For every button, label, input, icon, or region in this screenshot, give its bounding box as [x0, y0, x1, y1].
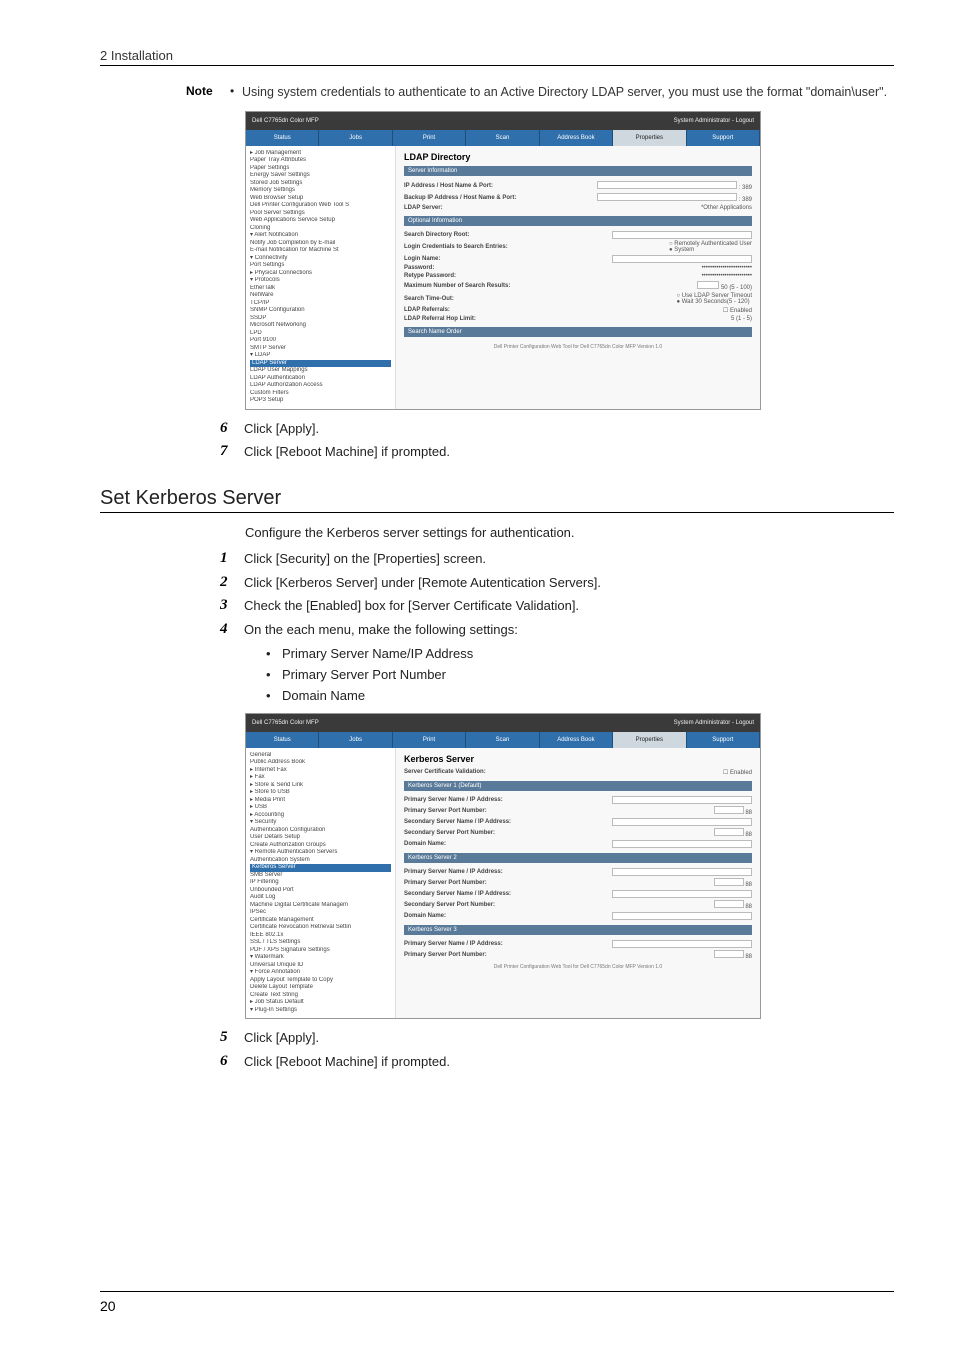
sidebar-kerberos-server: Kerberos Server — [250, 864, 391, 872]
page-number: 20 — [100, 1298, 116, 1314]
step-2b: 2Click [Kerberos Server] under [Remote A… — [220, 574, 894, 592]
shot1-tabs: Status Jobs Print Scan Address Book Prop… — [246, 130, 760, 146]
shot2-title: Dell C7765dn Color MFP — [252, 720, 319, 726]
tab-status: Status — [246, 130, 319, 146]
shot2-main: Kerberos Server Server Certificate Valid… — [396, 748, 760, 1019]
tab-scan: Scan — [466, 130, 539, 146]
bullet-domain-name: Domain Name — [266, 686, 894, 707]
bar-k3: Kerberos Server 3 — [404, 925, 752, 935]
step-5b: 5Click [Apply]. — [220, 1029, 894, 1047]
bar-server-info: Server Information — [404, 166, 752, 176]
bullet-icon: • — [230, 84, 242, 98]
shot2-main-title: Kerberos Server — [404, 754, 752, 764]
shot1-main-title: LDAP Directory — [404, 152, 752, 162]
shot1-sidebar: ▸ Job Management Paper Tray Attributes P… — [246, 146, 396, 409]
shot2-logout: System Administrator - Logout — [674, 720, 754, 726]
tab-support: Support — [687, 130, 760, 146]
tab-properties: Properties — [613, 130, 686, 146]
page-header-section: 2 Installation — [100, 48, 894, 63]
step-7a: 7Click [Reboot Machine] if prompted. — [220, 443, 894, 461]
note-text: Using system credentials to authenticate… — [242, 84, 894, 101]
footer-rule — [100, 1291, 894, 1292]
section-intro: Configure the Kerberos server settings f… — [245, 525, 894, 540]
bullet-primary-port: Primary Server Port Number — [266, 665, 894, 686]
tab-print: Print — [393, 130, 466, 146]
bar-k1: Kerberos Server 1 (Default) — [404, 781, 752, 791]
shot1-logout: System Administrator - Logout — [674, 118, 754, 124]
shot2-footer: Dell Printer Configuration Web Tool for … — [404, 961, 752, 973]
sidebar-ldap-server: LDAP Server — [250, 360, 391, 368]
shot2-tabs: Status Jobs Print Scan Address Book Prop… — [246, 732, 760, 748]
step-4b: 4On the each menu, make the following se… — [220, 621, 894, 639]
section-rule — [100, 512, 894, 513]
tab-address: Address Book — [540, 130, 613, 146]
shot1-footer: Dell Printer Configuration Web Tool for … — [404, 341, 752, 353]
bar-search-order: Search Name Order — [404, 327, 752, 337]
header-rule — [100, 65, 894, 66]
step-6b: 6Click [Reboot Machine] if prompted. — [220, 1053, 894, 1071]
shot1-main: LDAP Directory Server Information IP Add… — [396, 146, 760, 409]
shot2-sidebar: General Public Address Book ▸ Internet F… — [246, 748, 396, 1019]
screenshot-kerberos: Dell C7765dn Color MFP System Administra… — [245, 713, 894, 1020]
step-3b: 3Check the [Enabled] box for [Server Cer… — [220, 597, 894, 615]
bar-k2: Kerberos Server 2 — [404, 853, 752, 863]
tab-jobs: Jobs — [319, 130, 392, 146]
note-label: Note — [186, 84, 230, 98]
step-1b: 1Click [Security] on the [Properties] sc… — [220, 550, 894, 568]
step-4b-bullets: Primary Server Name/IP Address Primary S… — [266, 644, 894, 706]
shot1-title: Dell C7765dn Color MFP — [252, 118, 319, 124]
bullet-primary-name: Primary Server Name/IP Address — [266, 644, 894, 665]
section-kerberos-title: Set Kerberos Server — [100, 487, 894, 510]
bar-optional-info: Optional Information — [404, 216, 752, 226]
screenshot-ldap: Dell C7765dn Color MFP System Administra… — [245, 111, 894, 410]
step-6a: 6Click [Apply]. — [220, 420, 894, 438]
note-row: Note • Using system credentials to authe… — [186, 84, 894, 101]
